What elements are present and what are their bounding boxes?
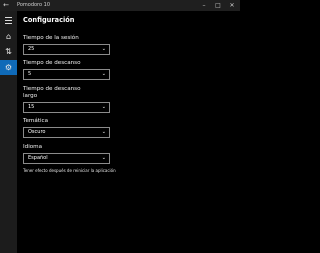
language-select[interactable]: Español ⌄ bbox=[23, 153, 110, 164]
maximize-button[interactable]: □ bbox=[213, 0, 223, 11]
close-button[interactable]: ✕ bbox=[227, 0, 237, 11]
gear-icon[interactable]: ⚙ bbox=[0, 60, 17, 75]
session-time-label: Tiempo de la sesión bbox=[23, 35, 79, 41]
chevron-down-icon: ⌄ bbox=[101, 46, 106, 52]
break-time-select[interactable]: 5 ⌄ bbox=[23, 69, 110, 80]
long-break-time-select[interactable]: 15 ⌄ bbox=[23, 102, 110, 113]
long-break-time-value: 15 bbox=[28, 104, 35, 110]
sidebar: ⌂ ⇅ ⚙ bbox=[0, 11, 17, 253]
theme-select[interactable]: Oscuro ⌄ bbox=[23, 127, 110, 138]
restart-note: Tener efecto después de reiniciar la apl… bbox=[23, 168, 116, 173]
chevron-down-icon: ⌄ bbox=[101, 104, 106, 110]
chevron-down-icon: ⌄ bbox=[101, 129, 106, 135]
settings-panel: Configuración Tiempo de la sesión 25 ⌄ T… bbox=[17, 11, 240, 253]
long-break-time-label: Tiempo de descanso bbox=[23, 86, 81, 92]
break-time-value: 5 bbox=[28, 71, 32, 77]
page-title: Configuración bbox=[23, 16, 75, 24]
session-time-value: 25 bbox=[28, 46, 35, 52]
long-break-time-label-2: largo bbox=[23, 93, 38, 99]
chevron-down-icon: ⌄ bbox=[101, 155, 106, 161]
hamburger-menu-icon[interactable] bbox=[0, 13, 17, 28]
minimize-button[interactable]: – bbox=[199, 0, 209, 11]
break-time-label: Tiempo de descanso bbox=[23, 60, 81, 66]
session-time-select[interactable]: 25 ⌄ bbox=[23, 44, 110, 55]
title-bar: ← Pomodoro 10 – □ ✕ bbox=[0, 0, 240, 11]
theme-value: Oscuro bbox=[28, 129, 46, 135]
back-arrow-icon[interactable]: ← bbox=[2, 1, 10, 10]
sort-arrows-icon[interactable]: ⇅ bbox=[0, 44, 17, 59]
home-icon[interactable]: ⌂ bbox=[0, 29, 17, 44]
theme-label: Temática bbox=[23, 118, 49, 124]
window-title: Pomodoro 10 bbox=[17, 2, 51, 8]
language-label: Idioma bbox=[23, 144, 43, 150]
language-value: Español bbox=[28, 155, 48, 161]
chevron-down-icon: ⌄ bbox=[101, 71, 106, 77]
